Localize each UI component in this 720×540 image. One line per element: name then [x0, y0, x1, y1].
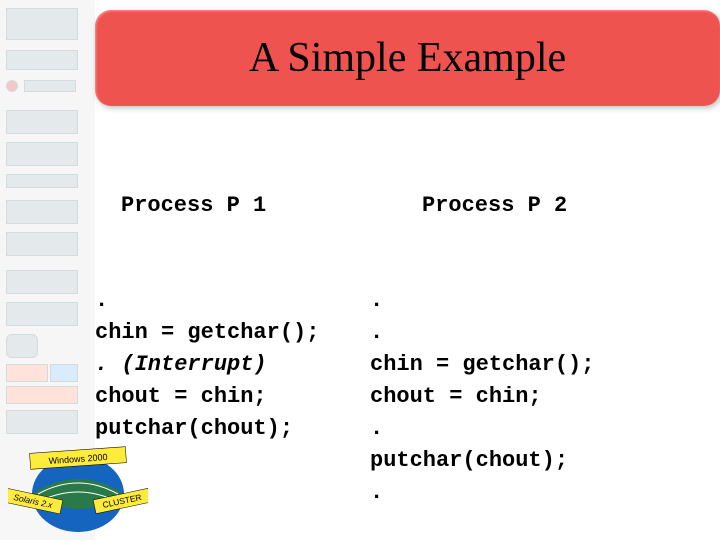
code-cell-p1: chin = getchar();	[95, 317, 370, 349]
header-p2: Process P 2	[396, 190, 567, 222]
slide-title: A Simple Example	[249, 34, 566, 82]
slide: A Simple Example Process P 1 Process P 2…	[0, 0, 720, 540]
code-cell-p1: .	[95, 285, 370, 317]
code-row: chout = chin;chout = chin;	[95, 381, 715, 413]
code-cell-p2: .	[370, 477, 383, 509]
code-row: ..	[95, 285, 715, 317]
code-cell-p2: .	[370, 413, 383, 445]
code-cell-p2: .	[370, 285, 383, 317]
corner-logo: Windows 2000 Solaris 2.x CLUSTER	[8, 444, 148, 534]
code-block: Process P 1 Process P 2 ..chin = getchar…	[95, 126, 715, 540]
code-cell-p2: chout = chin;	[370, 381, 542, 413]
code-row: chin = getchar();.	[95, 317, 715, 349]
code-row: putchar(chout);.	[95, 413, 715, 445]
code-row: ..	[95, 477, 715, 509]
code-cell-p2: putchar(chout);	[370, 445, 568, 477]
code-row: .putchar(chout);	[95, 445, 715, 477]
code-cell-p1: chout = chin;	[95, 381, 370, 413]
code-cell-p2: chin = getchar();	[370, 349, 594, 381]
code-row: . (Interrupt)chin = getchar();	[95, 349, 715, 381]
code-header-row: Process P 1 Process P 2	[95, 190, 715, 222]
title-bar: A Simple Example	[95, 10, 720, 106]
header-p1: Process P 1	[95, 190, 396, 222]
code-cell-p2: .	[370, 317, 383, 349]
code-cell-p1: putchar(chout);	[95, 413, 370, 445]
code-cell-p1: . (Interrupt)	[95, 349, 370, 381]
